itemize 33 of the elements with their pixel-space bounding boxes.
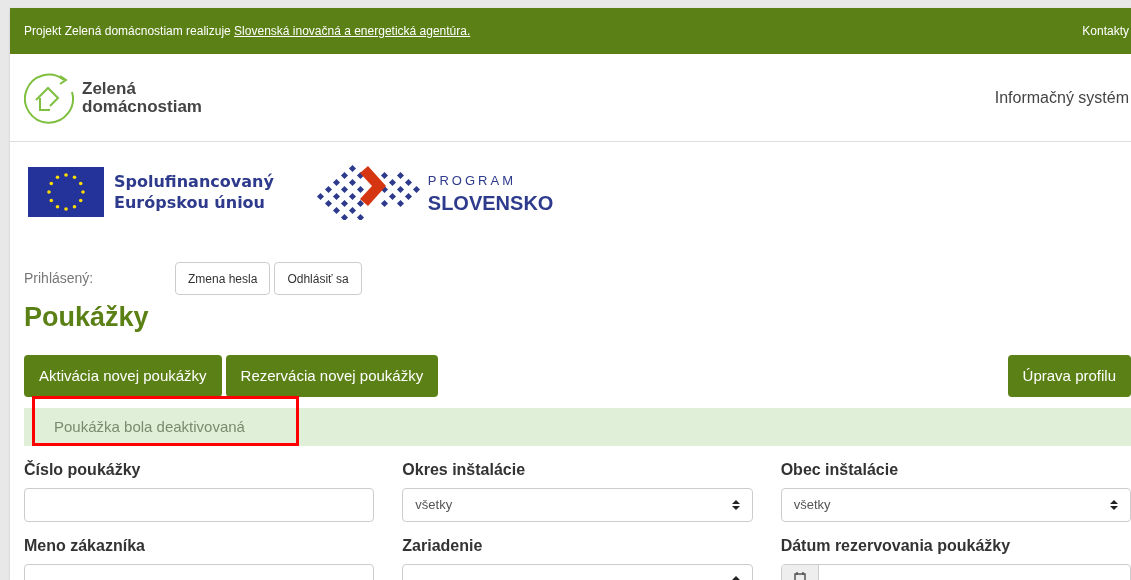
field-label: Okres inštalácie	[402, 460, 527, 480]
page-title: Poukážky	[23, 301, 150, 334]
field-label: Dátum rezervovania poukážky	[780, 536, 1012, 556]
logo-text: Zelená	[82, 79, 137, 98]
action-button[interactable]: Rezervácia novej poukážky	[225, 355, 439, 397]
field-label: Obec inštalácie	[780, 460, 900, 480]
alert-text: Poukážka bola deaktivovaná	[54, 416, 245, 437]
input-field[interactable]	[24, 488, 375, 522]
field-label: Zariadenie	[402, 536, 484, 556]
eu-text: Európskou úniou	[114, 192, 266, 213]
field-label: Meno zákazníka	[24, 536, 146, 556]
action-button[interactable]: Aktivácia novej poukážky	[24, 355, 222, 397]
top-bar-text: Projekt Zelená domácnostiam realizuje Slovenská inovačná a energetická agentúra.	[24, 23, 471, 40]
account-button[interactable]: Zmena hesla	[175, 262, 271, 295]
program-logo-icon	[315, 164, 420, 220]
program-text: SLOVENSKO	[427, 192, 554, 214]
profile-button[interactable]: Úprava profilu	[1007, 355, 1131, 397]
select-arrows-icon	[1110, 499, 1118, 511]
flag-icon	[28, 167, 104, 217]
select-field[interactable]: všetky	[402, 488, 753, 522]
calendar-icon	[793, 572, 806, 580]
program-text: PROGRAM	[427, 172, 517, 190]
system-title: Informačný systém	[994, 87, 1130, 108]
select-field[interactable]: všetky	[780, 488, 1131, 522]
account-button[interactable]: Odhlásiť sa	[274, 262, 362, 295]
eu-text: Spolufinancovaný	[114, 171, 274, 192]
agency-link[interactable]: Slovenská inovačná a energetická agentúra.	[234, 24, 471, 38]
select-arrows-icon	[731, 499, 740, 511]
contacts-link[interactable]: Kontakty	[1082, 22, 1131, 40]
logged-in-label: Prihlásený:	[24, 269, 95, 288]
house-logo-icon	[24, 71, 76, 124]
logo-text: domácnostiam	[82, 97, 202, 116]
field-label: Číslo poukážky	[24, 460, 142, 480]
